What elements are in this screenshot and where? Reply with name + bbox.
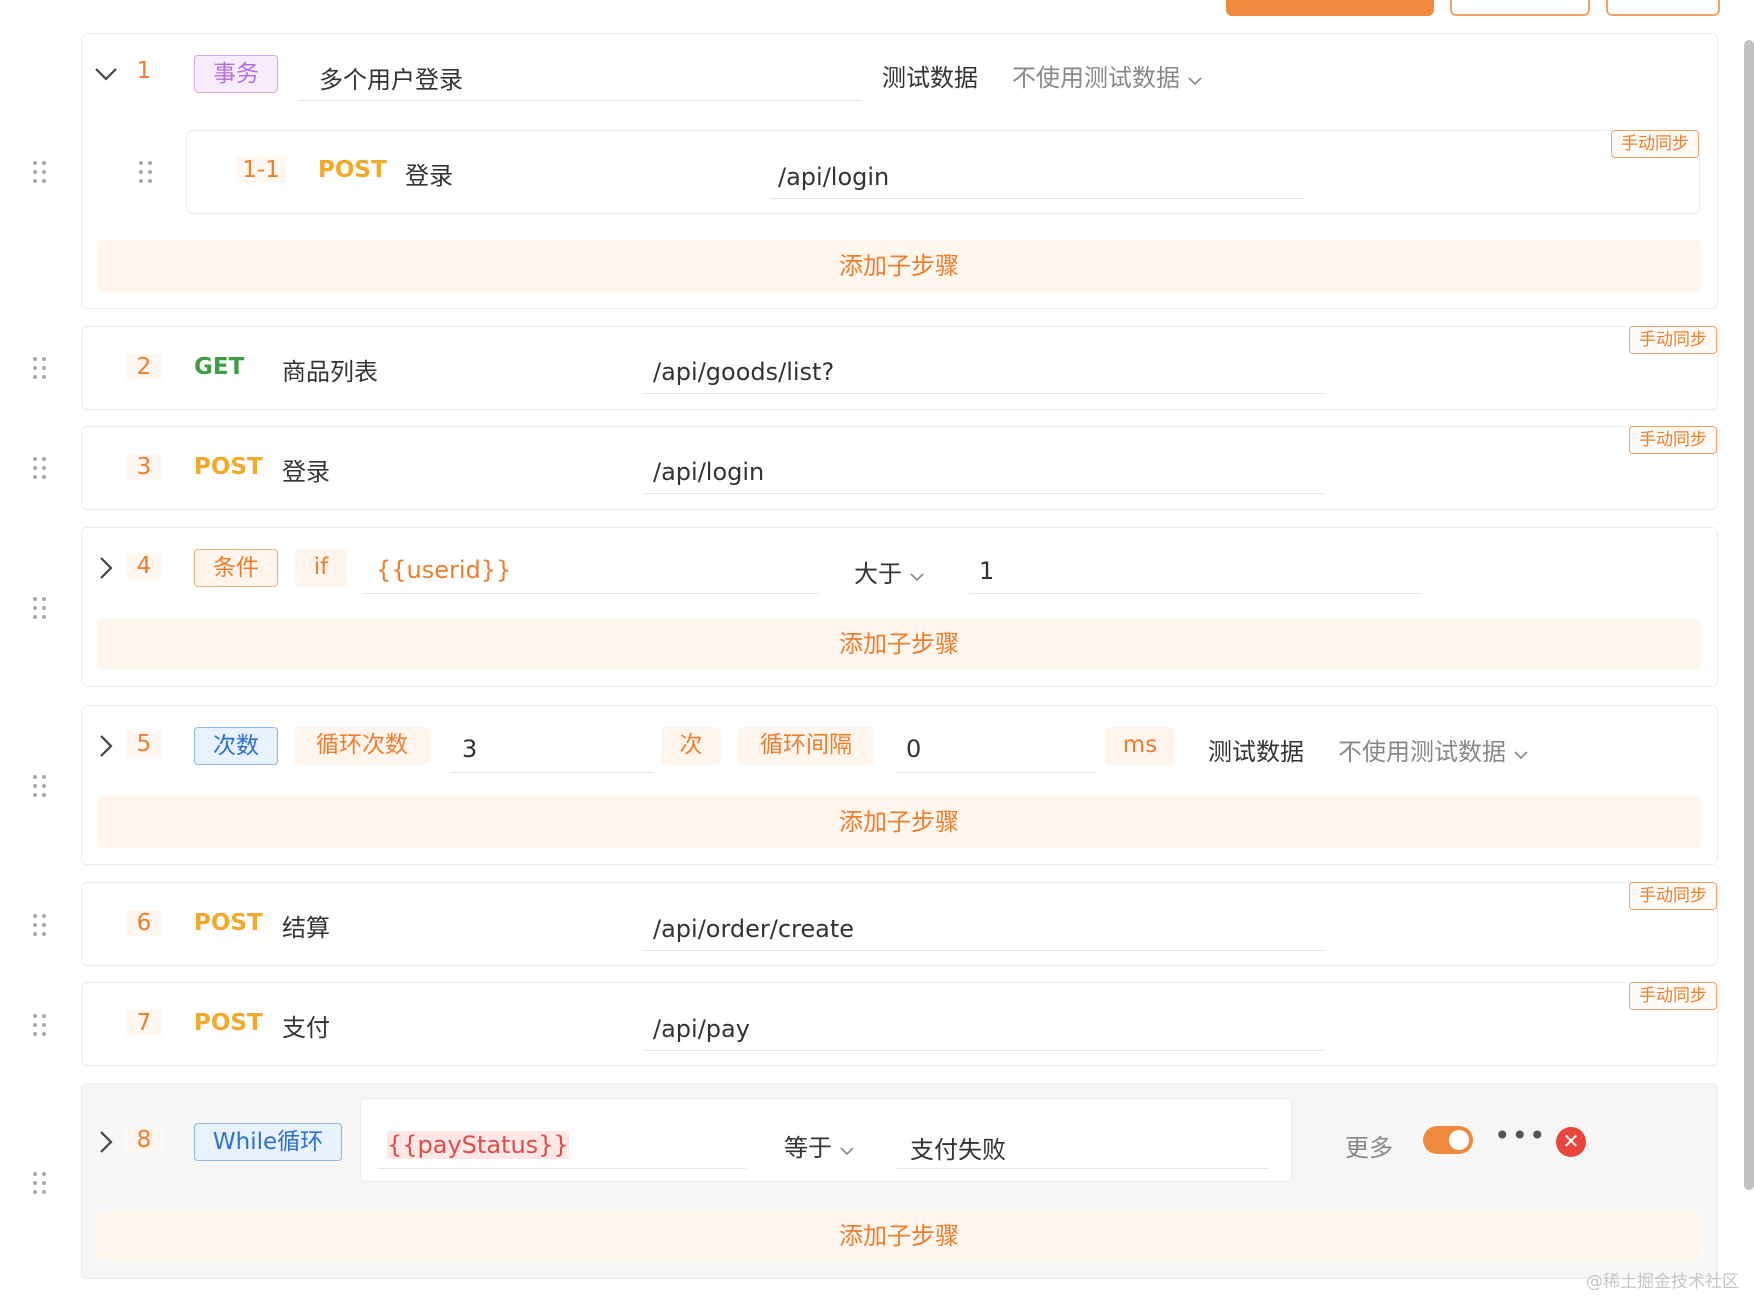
request-name: 登录 xyxy=(282,458,330,486)
operator-select-value: 大于 xyxy=(854,560,902,588)
http-method: GET xyxy=(194,354,245,380)
request-path-input[interactable]: /api/order/create xyxy=(653,915,854,943)
add-substep-button[interactable]: 添加子步骤 xyxy=(97,240,1701,292)
loop-count-label: 循环次数 xyxy=(294,727,430,765)
input-underline xyxy=(897,1168,1269,1169)
input-underline xyxy=(644,393,1324,394)
step-name-input[interactable]: 多个用户登录 xyxy=(319,60,463,95)
step-number: 1 xyxy=(136,58,152,84)
toolbar-primary-button[interactable] xyxy=(1226,0,1434,16)
chevron-right-icon[interactable] xyxy=(94,1130,118,1154)
transaction-tag: 事务 xyxy=(194,55,278,93)
drag-handle-icon[interactable] xyxy=(31,1012,49,1038)
loop-count-tag: 次数 xyxy=(194,727,278,765)
chevron-right-icon[interactable] xyxy=(94,734,118,758)
request-path-input[interactable]: /api/login xyxy=(778,163,889,191)
loop-interval-input[interactable]: 0 xyxy=(906,735,921,763)
more-button[interactable]: 更多 xyxy=(1345,1128,1393,1163)
manual-sync-badge[interactable]: 手动同步 xyxy=(1611,130,1699,158)
condition-tag: 条件 xyxy=(194,549,278,587)
compare-value-input[interactable]: 1 xyxy=(979,557,994,585)
input-underline xyxy=(364,593,819,594)
steps-editor: 1 事务 多个用户登录 测试数据 不使用测试数据 1-1 POST 登录 /ap… xyxy=(0,0,1754,1296)
drag-handle-icon[interactable] xyxy=(31,159,49,185)
manual-sync-badge[interactable]: 手动同步 xyxy=(1629,326,1717,354)
chevron-down-icon xyxy=(910,573,924,582)
drag-handle-icon[interactable] xyxy=(31,455,49,481)
request-name: 支付 xyxy=(282,1014,330,1042)
drag-handle-icon[interactable] xyxy=(31,1170,49,1196)
drag-handle-icon[interactable] xyxy=(31,595,49,621)
loop-count-input[interactable]: 3 xyxy=(462,735,477,763)
if-keyword: if xyxy=(295,549,347,587)
variable-input[interactable]: {{payStatus}} xyxy=(387,1131,569,1159)
enable-toggle[interactable] xyxy=(1423,1126,1473,1154)
request-name: 登录 xyxy=(405,162,453,190)
step-number: 5 xyxy=(126,731,162,757)
http-method: POST xyxy=(194,910,263,936)
manual-sync-badge[interactable]: 手动同步 xyxy=(1629,982,1717,1010)
http-method: POST xyxy=(194,1010,263,1036)
drag-handle-icon[interactable] xyxy=(31,773,49,799)
interval-unit: ms xyxy=(1105,727,1175,765)
request-path-input[interactable]: /api/login xyxy=(653,458,764,486)
test-data-select-value: 不使用测试数据 xyxy=(1012,64,1180,92)
http-method: POST xyxy=(318,157,387,183)
test-data-label: 测试数据 xyxy=(1208,738,1304,766)
step-number: 7 xyxy=(126,1010,162,1036)
drag-handle-icon[interactable] xyxy=(31,912,49,938)
add-substep-button[interactable]: 添加子步骤 xyxy=(97,796,1701,848)
request-name: 结算 xyxy=(282,914,330,942)
watermark: @稀土掘金技术社区 xyxy=(1586,1272,1739,1292)
child-step-number: 1-1 xyxy=(236,157,286,183)
chevron-down-icon[interactable] xyxy=(94,62,118,86)
input-underline xyxy=(644,493,1324,494)
add-substep-button[interactable]: 添加子步骤 xyxy=(97,618,1701,670)
test-data-select[interactable]: 不使用测试数据 xyxy=(1012,58,1202,93)
chevron-down-icon xyxy=(840,1147,854,1156)
compare-value-input[interactable]: 支付失败 xyxy=(910,1130,1006,1165)
variable-input[interactable]: {{userid}} xyxy=(376,556,511,584)
http-method: POST xyxy=(194,454,263,480)
input-underline xyxy=(770,198,1304,199)
drag-handle-icon[interactable] xyxy=(137,159,155,185)
step-number: 6 xyxy=(126,910,162,936)
request-path-input[interactable]: /api/goods/list? xyxy=(653,358,834,386)
input-underline xyxy=(644,950,1324,951)
request-name: 商品列表 xyxy=(282,358,378,386)
operator-select[interactable]: 大于 xyxy=(854,554,924,589)
step-number: 3 xyxy=(126,454,162,480)
input-underline xyxy=(644,1050,1324,1051)
scrollbar[interactable] xyxy=(1744,40,1754,1190)
manual-sync-badge[interactable]: 手动同步 xyxy=(1629,426,1717,454)
while-loop-tag: While循环 xyxy=(194,1123,342,1161)
request-path-input[interactable]: /api/pay xyxy=(653,1015,750,1043)
add-substep-button[interactable]: 添加子步骤 xyxy=(97,1210,1701,1262)
manual-sync-badge[interactable]: 手动同步 xyxy=(1629,882,1717,910)
test-data-select[interactable]: 不使用测试数据 xyxy=(1338,732,1528,767)
input-underline xyxy=(969,593,1421,594)
drag-handle-icon[interactable] xyxy=(31,355,49,381)
chevron-down-icon xyxy=(1188,77,1202,86)
toolbar-button[interactable] xyxy=(1450,0,1590,16)
test-data-label: 测试数据 xyxy=(882,64,978,92)
input-underline xyxy=(378,1168,746,1169)
chevron-down-icon xyxy=(1514,751,1528,760)
chevron-right-icon[interactable] xyxy=(94,556,118,580)
test-data-select-value: 不使用测试数据 xyxy=(1338,738,1506,766)
input-underline xyxy=(300,100,860,101)
ellipsis-menu-icon[interactable]: ••• xyxy=(1494,1122,1547,1150)
input-underline xyxy=(896,772,1096,773)
input-underline xyxy=(452,772,652,773)
delete-icon[interactable]: ✕ xyxy=(1556,1127,1586,1157)
step-number: 4 xyxy=(126,553,162,579)
step-number: 2 xyxy=(126,354,162,380)
step-number: 8 xyxy=(126,1127,162,1153)
toolbar-button[interactable] xyxy=(1606,0,1720,16)
loop-interval-label: 循环间隔 xyxy=(738,727,874,765)
operator-select-value: 等于 xyxy=(784,1134,832,1162)
count-unit: 次 xyxy=(661,727,721,765)
operator-select[interactable]: 等于 xyxy=(784,1128,854,1163)
